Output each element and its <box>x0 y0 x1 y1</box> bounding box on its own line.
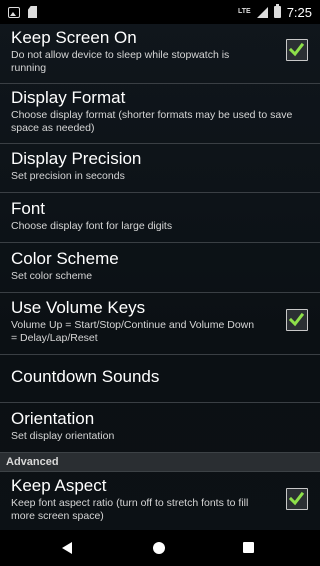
status-bar-right: LTE 7:25 <box>237 4 312 20</box>
divider <box>0 354 320 355</box>
setting-keep-aspect[interactable]: Keep Aspect Keep font aspect ratio (turn… <box>0 476 320 528</box>
divider <box>0 83 320 84</box>
setting-summary: Keep font aspect ratio (turn off to stre… <box>11 497 249 522</box>
checkmark-icon <box>288 491 305 506</box>
setting-summary: Choose display font for large digits <box>11 220 173 232</box>
divider <box>0 402 320 403</box>
setting-summary: Set color scheme <box>11 270 93 282</box>
checkmark-icon <box>288 312 305 327</box>
setting-font[interactable]: Font Choose display font for large digit… <box>0 199 320 239</box>
divider <box>0 292 320 293</box>
setting-summary: Do not allow device to sleep while stopw… <box>11 49 230 74</box>
checkmark-icon <box>288 42 305 57</box>
setting-title: Orientation <box>11 409 95 428</box>
navigation-bar <box>0 530 320 566</box>
setting-orientation[interactable]: Orientation Set display orientation <box>0 409 320 449</box>
category-advanced: Advanced <box>0 452 320 472</box>
setting-title: Display Format <box>11 88 126 107</box>
setting-title: Display Precision <box>11 149 142 168</box>
setting-title: Use Volume Keys <box>11 298 146 317</box>
setting-title: Font <box>11 199 46 218</box>
setting-summary: Set display orientation <box>11 430 115 442</box>
sd-card-icon <box>28 6 37 18</box>
setting-keep-screen-on[interactable]: Keep Screen On Do not allow device to sl… <box>0 28 320 80</box>
back-icon <box>62 542 72 554</box>
status-bar: LTE 7:25 <box>0 0 320 24</box>
setting-use-volume-keys[interactable]: Use Volume Keys Volume Up = Start/Stop/C… <box>0 298 320 350</box>
recents-icon <box>243 542 254 553</box>
status-clock: 7:25 <box>286 4 312 20</box>
divider <box>0 242 320 243</box>
home-icon <box>153 542 165 554</box>
setting-title: Keep Screen On <box>11 28 137 47</box>
setting-display-format[interactable]: Display Format Choose display format (sh… <box>0 88 320 140</box>
keep-aspect-checkbox[interactable] <box>286 488 308 510</box>
divider <box>0 143 320 144</box>
use-volume-keys-checkbox[interactable] <box>286 309 308 331</box>
setting-color-scheme[interactable]: Color Scheme Set color scheme <box>0 249 320 289</box>
setting-display-precision[interactable]: Display Precision Set precision in secon… <box>0 149 320 189</box>
gallery-icon <box>8 6 20 18</box>
setting-title: Keep Aspect <box>11 476 107 495</box>
setting-title: Color Scheme <box>11 249 119 268</box>
home-button[interactable] <box>129 530 189 566</box>
recents-button[interactable] <box>218 530 278 566</box>
signal-icon <box>256 6 268 18</box>
status-bar-left <box>8 6 37 18</box>
setting-summary: Set precision in seconds <box>11 170 125 182</box>
setting-title: Countdown Sounds <box>11 367 160 386</box>
battery-icon <box>273 4 281 18</box>
settings-screen: LTE 7:25 Keep Screen On Do not allow dev… <box>0 0 320 566</box>
network-type-label: LTE <box>237 8 251 15</box>
settings-list: Keep Screen On Do not allow device to sl… <box>0 24 320 530</box>
divider <box>0 192 320 193</box>
keep-screen-on-checkbox[interactable] <box>286 39 308 61</box>
setting-summary: Volume Up = Start/Stop/Continue and Volu… <box>11 319 255 344</box>
back-button[interactable] <box>38 530 98 566</box>
setting-countdown-sounds[interactable]: Countdown Sounds <box>0 367 320 395</box>
setting-summary: Choose display format (shorter formats m… <box>11 109 293 134</box>
